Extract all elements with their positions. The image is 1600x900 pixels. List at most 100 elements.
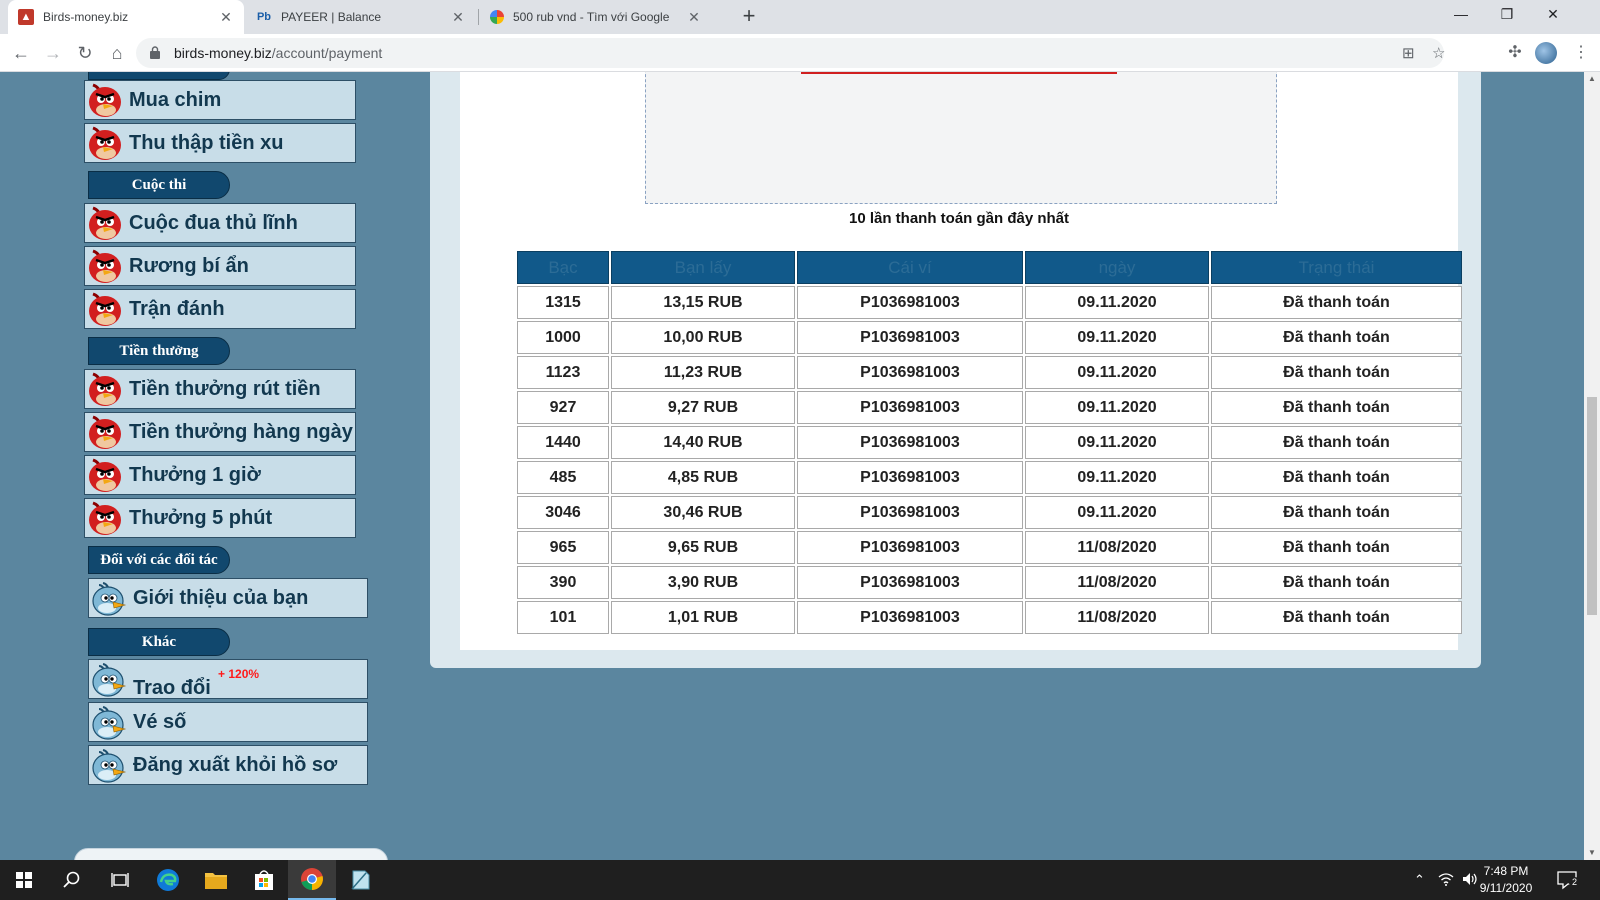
cell-date: 09.11.2020 bbox=[1025, 356, 1209, 389]
cell-wallet: P1036981003 bbox=[797, 426, 1023, 459]
cell-silver: 1123 bbox=[517, 356, 609, 389]
close-window-icon[interactable]: ✕ bbox=[1530, 0, 1576, 30]
bookmark-star-icon[interactable]: ☆ bbox=[1432, 44, 1445, 62]
windows-taskbar: ⌃ 7:48 PM 9/11/2020 2 bbox=[0, 860, 1600, 900]
store-icon[interactable] bbox=[240, 860, 288, 900]
cell-silver: 1440 bbox=[517, 426, 609, 459]
edge-browser-icon[interactable] bbox=[144, 860, 192, 900]
cell-date: 11/08/2020 bbox=[1025, 601, 1209, 634]
page-scrollbar[interactable]: ▲ ▼ bbox=[1584, 72, 1600, 860]
task-view-icon[interactable] bbox=[96, 860, 144, 900]
cell-silver: 927 bbox=[517, 391, 609, 424]
scrollbar-thumb[interactable] bbox=[1587, 397, 1597, 615]
search-icon[interactable] bbox=[48, 860, 96, 900]
cell-status: Đã thanh toán bbox=[1211, 531, 1462, 564]
cell-status: Đã thanh toán bbox=[1211, 321, 1462, 354]
home-icon[interactable]: ⌂ bbox=[105, 41, 129, 65]
url-host: birds-money.biz bbox=[174, 45, 272, 61]
cell-date: 09.11.2020 bbox=[1025, 391, 1209, 424]
close-tab-icon[interactable]: ✕ bbox=[450, 9, 466, 26]
file-explorer-icon[interactable] bbox=[192, 860, 240, 900]
sidebar-item-mua-chim[interactable]: Mua chim bbox=[84, 80, 356, 120]
table-row: 485 4,85 RUB P1036981003 09.11.2020 Đã thanh… bbox=[517, 461, 1462, 494]
sidebar-item-tran-danh[interactable]: Trận đánh bbox=[84, 289, 356, 329]
cell-status: Đã thanh toán bbox=[1211, 496, 1462, 529]
tab-google[interactable]: 500 rub vnd - Tìm với Google ✕ bbox=[480, 0, 712, 34]
payments-caption: 10 lần thanh toán gần đây nhất bbox=[848, 210, 1070, 227]
sidebar-item-ruong-bi-an[interactable]: Rương bí ẩn bbox=[84, 246, 356, 286]
table-row: 1315 13,15 RUB P1036981003 09.11.2020 Đã tha… bbox=[517, 286, 1462, 319]
column-header: Bạn lấy bbox=[611, 251, 795, 284]
taskbar-clock[interactable]: 7:48 PM 9/11/2020 bbox=[1470, 863, 1542, 897]
new-tab-button[interactable]: + bbox=[737, 5, 761, 29]
notifications-icon[interactable]: 2 bbox=[1556, 869, 1580, 891]
cell-amount: 10,00 RUB bbox=[611, 321, 795, 354]
sidebar-section-bonus: Tiền thưởng bbox=[88, 337, 230, 365]
sidebar-item-ve-so[interactable]: Vé số bbox=[88, 702, 368, 742]
sidebar-item-thuong-1-gio[interactable]: Thưởng 1 giờ bbox=[84, 455, 356, 495]
sidebar-item-thuong-hang-ngay[interactable]: Tiền thưởng hàng ngày bbox=[84, 412, 356, 452]
tab-payeer[interactable]: Pb PAYEER | Balance ✕ bbox=[246, 0, 476, 34]
reload-icon[interactable]: ↻ bbox=[73, 41, 97, 65]
sidebar-item-trao-doi[interactable]: Trao đổi + 120% bbox=[88, 659, 368, 699]
sidebar-item-label: Vé số bbox=[133, 710, 187, 733]
address-bar[interactable]: birds-money.biz/account/payment ⊞ ☆ bbox=[136, 38, 1445, 68]
scroll-up-icon[interactable]: ▲ bbox=[1588, 74, 1596, 83]
cell-wallet: P1036981003 bbox=[797, 601, 1023, 634]
cell-amount: 11,23 RUB bbox=[611, 356, 795, 389]
sidebar-item-thuong-5-phut[interactable]: Thưởng 5 phút bbox=[84, 498, 356, 538]
blue-bird-icon bbox=[89, 703, 129, 741]
cell-date: 11/08/2020 bbox=[1025, 566, 1209, 599]
cell-wallet: P1036981003 bbox=[797, 286, 1023, 319]
url-text: birds-money.biz/account/payment bbox=[174, 45, 382, 61]
forward-icon[interactable]: → bbox=[41, 41, 65, 65]
red-bird-icon bbox=[85, 81, 125, 119]
sidebar-item-gioi-thieu[interactable]: Giới thiệu của bạn bbox=[88, 578, 368, 618]
cell-status: Đã thanh toán bbox=[1211, 286, 1462, 319]
sidebar-section-partners: Đối với các đối tác bbox=[88, 546, 230, 574]
cell-amount: 9,65 RUB bbox=[611, 531, 795, 564]
notepad-app-icon[interactable] bbox=[336, 860, 384, 900]
cell-status: Đã thanh toán bbox=[1211, 461, 1462, 494]
scroll-down-icon[interactable]: ▼ bbox=[1588, 848, 1596, 857]
cell-date: 09.11.2020 bbox=[1025, 426, 1209, 459]
table-row: 1000 10,00 RUB P1036981003 09.11.2020 Đã tha… bbox=[517, 321, 1462, 354]
sidebar-item-dang-xuat[interactable]: Đăng xuất khỏi hồ sơ bbox=[88, 745, 368, 785]
exchange-bonus-badge: + 120% bbox=[218, 667, 260, 681]
table-row: 3046 30,46 RUB P1036981003 09.11.2020 Đã tha… bbox=[517, 496, 1462, 529]
network-icon[interactable] bbox=[1438, 872, 1454, 889]
translate-icon[interactable]: ⊞ bbox=[1402, 44, 1415, 62]
red-bird-icon bbox=[85, 204, 125, 242]
cell-silver: 390 bbox=[517, 566, 609, 599]
show-hidden-icons-icon[interactable]: ⌃ bbox=[1414, 872, 1425, 888]
sidebar-item-cuoc-dua[interactable]: Cuộc đua thủ lĩnh bbox=[84, 203, 356, 243]
cell-status: Đã thanh toán bbox=[1211, 356, 1462, 389]
table-row: 1123 11,23 RUB P1036981003 09.11.2020 Đã tha… bbox=[517, 356, 1462, 389]
column-header: ngày bbox=[1025, 251, 1209, 284]
profile-avatar[interactable] bbox=[1535, 42, 1557, 64]
clock-date: 9/11/2020 bbox=[1479, 881, 1533, 895]
restore-icon[interactable]: ❐ bbox=[1484, 0, 1530, 30]
sidebar-item-thuong-rut-tien[interactable]: Tiền thưởng rút tiền bbox=[84, 369, 356, 409]
close-tab-icon[interactable]: ✕ bbox=[218, 9, 234, 26]
sidebar-item-thu-thap[interactable]: Thu thập tiền xu bbox=[84, 123, 356, 163]
cell-status: Đã thanh toán bbox=[1211, 566, 1462, 599]
extensions-icon[interactable]: ✣ bbox=[1504, 42, 1526, 62]
table-row: 390 3,90 RUB P1036981003 11/08/2020 Đã thanh… bbox=[517, 566, 1462, 599]
payments-table: Bạc Bạn lấy Cái ví ngày Trạng thái 1315 1… bbox=[515, 249, 1464, 636]
cell-date: 11/08/2020 bbox=[1025, 531, 1209, 564]
blue-bird-icon bbox=[89, 746, 129, 784]
minimize-icon[interactable]: — bbox=[1438, 0, 1484, 30]
tab-title: 500 rub vnd - Tìm với Google bbox=[513, 10, 670, 24]
close-tab-icon[interactable]: ✕ bbox=[686, 9, 702, 26]
payeer-favicon-icon: Pb bbox=[256, 11, 272, 23]
red-bird-icon bbox=[85, 413, 125, 451]
cell-amount: 9,27 RUB bbox=[611, 391, 795, 424]
cell-amount: 4,85 RUB bbox=[611, 461, 795, 494]
menu-icon[interactable]: ⋮ bbox=[1570, 42, 1592, 62]
windows-start-icon[interactable] bbox=[0, 860, 48, 900]
chrome-icon[interactable] bbox=[288, 860, 336, 900]
tab-birds-money[interactable]: ▲ Birds-money.biz ✕ bbox=[8, 0, 244, 34]
cell-wallet: P1036981003 bbox=[797, 356, 1023, 389]
back-icon[interactable]: ← bbox=[9, 41, 33, 65]
